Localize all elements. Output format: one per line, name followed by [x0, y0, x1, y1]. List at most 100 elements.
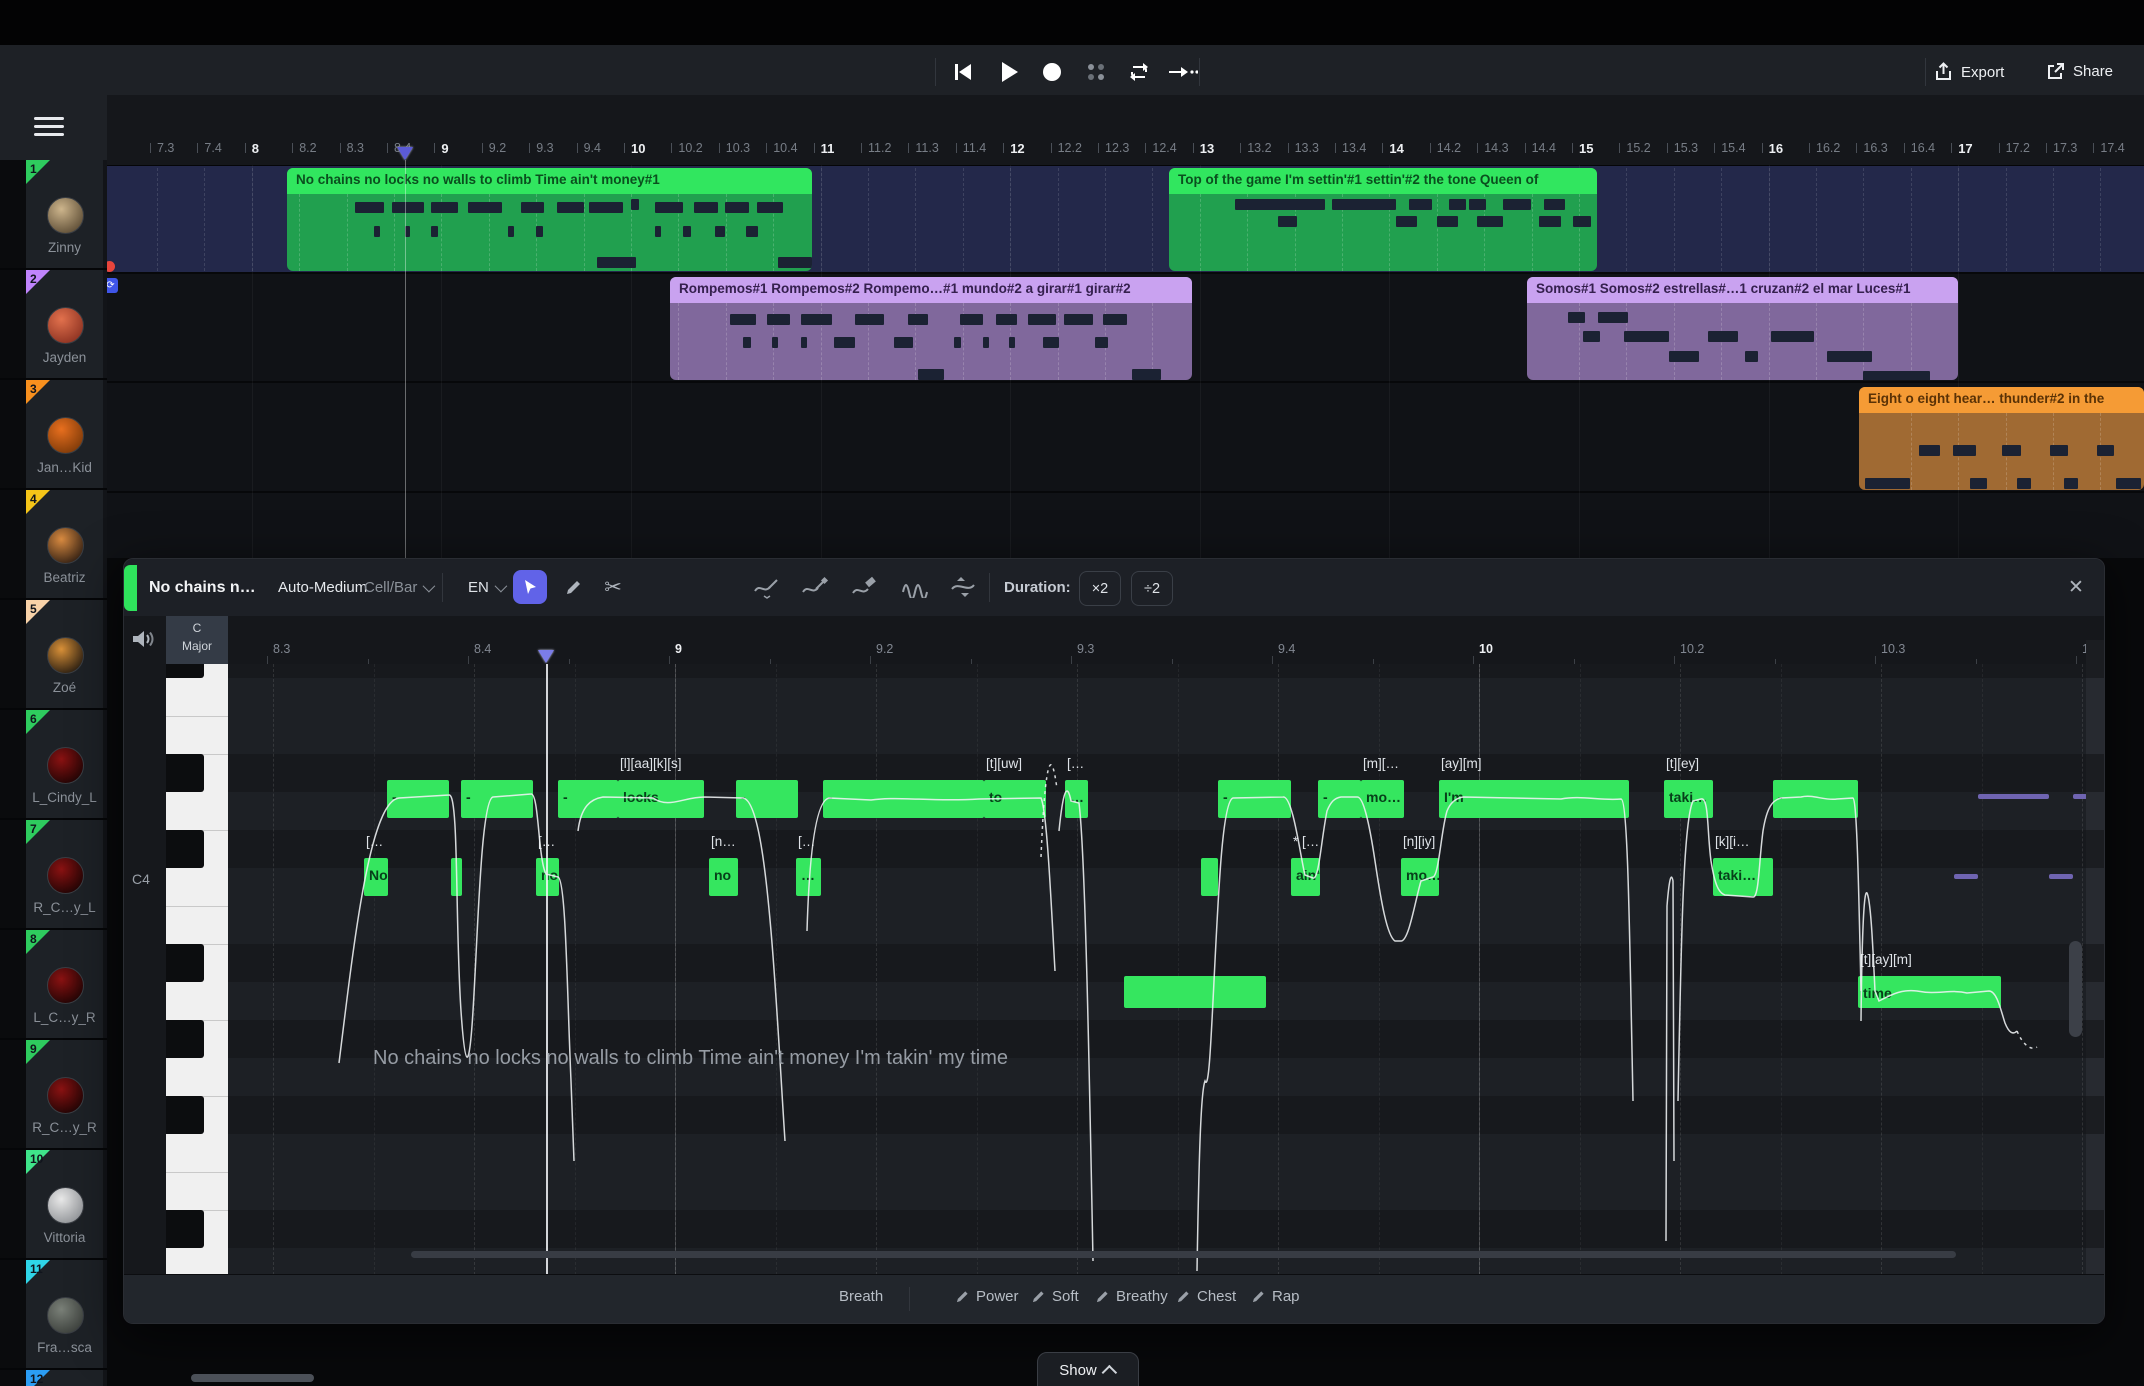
track-cell-body[interactable]: 4Beatriz — [26, 490, 103, 598]
loop-button[interactable] — [1126, 60, 1152, 84]
clip-header[interactable]: Top of the game I'm settin'#1 settin'#2 … — [1169, 168, 1597, 194]
avatar[interactable] — [47, 637, 84, 674]
black-key-G#[interactable] — [166, 1020, 204, 1058]
note-to[interactable]: to — [984, 780, 1046, 818]
track-item-Jan…Kid[interactable]: 3Jan…Kid — [0, 380, 107, 490]
note-no[interactable]: no — [536, 858, 559, 896]
note-…[interactable]: … — [796, 858, 821, 896]
record-button[interactable] — [1040, 61, 1064, 83]
note--[interactable]: - — [1218, 780, 1291, 818]
avatar[interactable] — [47, 307, 84, 344]
clip-1[interactable]: No chains no locks no walls to climb Tim… — [287, 168, 812, 271]
show-panel-button[interactable]: Show — [1037, 1352, 1139, 1386]
note-sustain[interactable] — [451, 858, 462, 896]
style-button-chest[interactable]: Chest — [1177, 1288, 1236, 1305]
track-item-Fra…sca[interactable]: 11Fra…sca — [0, 1260, 107, 1370]
clip-5[interactable]: Eight o eight hear… thunder#2 in the — [1859, 387, 2144, 490]
note--[interactable]: - — [736, 780, 798, 818]
black-key-D#[interactable] — [166, 754, 204, 792]
track-cell-body[interactable]: 2Jayden — [26, 270, 103, 378]
note--[interactable]: - — [387, 780, 449, 818]
piano-keys[interactable] — [166, 664, 228, 1275]
clip-2[interactable]: Top of the game I'm settin'#1 settin'#2 … — [1169, 168, 1597, 271]
menu-icon[interactable] — [34, 117, 64, 139]
language-select[interactable]: EN — [468, 559, 504, 616]
clip-header[interactable]: Rompemos#1 Rompemos#2 Rompemo…#1 mundo#2… — [670, 277, 1192, 303]
style-button-breathy[interactable]: Breathy — [1096, 1288, 1168, 1305]
note-mo…[interactable]: mo… — [1361, 780, 1404, 818]
speaker-icon[interactable] — [131, 628, 155, 655]
clip-4[interactable]: Somos#1 Somos#2 estrellas#…1 cruzan#2 el… — [1527, 277, 1958, 380]
track-item-Zinny[interactable]: 1Zinny — [0, 160, 107, 270]
black-key-D#[interactable] — [166, 1210, 204, 1248]
track-item-R_C…y_L[interactable]: 7R_C…y_L — [0, 820, 107, 930]
clip-header[interactable]: Somos#1 Somos#2 estrellas#…1 cruzan#2 el… — [1527, 277, 1958, 303]
note--[interactable]: - — [1318, 780, 1361, 818]
track-cell-body[interactable]: 5Zoé — [26, 600, 103, 708]
note-ain't[interactable]: ain't — [1291, 858, 1320, 896]
clip-3[interactable]: Rompemos#1 Rompemos#2 Rompemo…#1 mundo#2… — [670, 277, 1192, 380]
pointer-tool-button[interactable] — [513, 570, 547, 604]
skip-to-start-button[interactable] — [950, 61, 976, 83]
note-roll[interactable]: ---locks[l][aa][k][s]--to[t][uw]…[…--mo…… — [228, 664, 2086, 1275]
clip-header[interactable]: No chains no locks no walls to climb Tim… — [287, 168, 812, 194]
black-key-C#[interactable] — [166, 830, 204, 868]
avatar[interactable] — [47, 747, 84, 784]
metronome-dots-icon[interactable] — [1084, 61, 1108, 83]
note--[interactable]: - — [558, 780, 618, 818]
editor-ruler[interactable]: 8.38.499.29.39.41010.210.310.4 — [228, 616, 2104, 664]
vibrato-tool-button[interactable] — [898, 570, 932, 604]
track-cell-body[interactable]: 12 — [26, 1370, 103, 1386]
avatar[interactable] — [47, 1077, 84, 1114]
note-sustain[interactable] — [1201, 858, 1218, 896]
track-cell-body[interactable]: 1Zinny — [26, 160, 103, 268]
style-button-rap[interactable]: Rap — [1252, 1288, 1300, 1305]
note-locks[interactable]: locks — [618, 780, 704, 818]
track-cell-body[interactable]: 8L_C…y_R — [26, 930, 103, 1038]
clip-header[interactable]: Eight o eight hear… thunder#2 in the — [1859, 387, 2144, 413]
note--[interactable]: - — [1773, 780, 1858, 818]
track-cell-body[interactable]: 11Fra…sca — [26, 1260, 103, 1368]
black-key-A#[interactable] — [166, 944, 204, 982]
track-cell-body[interactable]: 10Vittoria — [26, 1150, 103, 1258]
note-taki…[interactable]: taki… — [1664, 780, 1713, 818]
track-item-Jayden[interactable]: 2Jayden — [0, 270, 107, 380]
breath-label[interactable]: Breath — [839, 1288, 883, 1305]
note-no[interactable]: no — [709, 858, 738, 896]
close-editor-button[interactable]: ✕ — [2068, 559, 2084, 616]
play-button[interactable] — [996, 60, 1022, 84]
avatar[interactable] — [47, 417, 84, 454]
track-cell-body[interactable]: 9R_C…y_R — [26, 1040, 103, 1148]
note--[interactable]: - — [461, 780, 533, 818]
track-lane-3[interactable] — [107, 383, 2144, 493]
track-item-L_C…y_R[interactable]: 8L_C…y_R — [0, 930, 107, 1040]
horizontal-scrollbar[interactable] — [411, 1251, 1956, 1258]
key-scale-box[interactable]: C Major — [166, 616, 228, 664]
avatar[interactable] — [47, 1297, 84, 1334]
track-item-R_C…y_R[interactable]: 9R_C…y_R — [0, 1040, 107, 1150]
playhead-marker[interactable] — [397, 147, 413, 160]
style-button-power[interactable]: Power — [956, 1288, 1019, 1305]
black-key-F#[interactable] — [166, 664, 204, 678]
track-item-12[interactable]: 12 — [0, 1370, 107, 1386]
note-time[interactable]: time — [1858, 976, 2001, 1008]
note-taki…[interactable]: taki… — [1713, 858, 1773, 896]
avatar[interactable] — [47, 527, 84, 564]
pitch-pen-tool-button[interactable] — [750, 570, 784, 604]
autoscroll-button[interactable] — [1168, 61, 1198, 83]
style-button-soft[interactable]: Soft — [1032, 1288, 1079, 1305]
scissors-tool-button[interactable]: ✂ — [596, 570, 630, 604]
pencil-tool-button[interactable] — [556, 570, 590, 604]
track-item-Vittoria[interactable]: 10Vittoria — [0, 1150, 107, 1260]
note-No[interactable]: No — [364, 858, 388, 896]
note-I'm[interactable]: I'm — [1439, 780, 1629, 818]
bottom-scrollbar-thumb[interactable] — [191, 1374, 314, 1382]
export-button[interactable]: Export — [1934, 62, 2004, 82]
avatar[interactable] — [47, 1187, 84, 1224]
avatar[interactable] — [47, 197, 84, 234]
track-cell-body[interactable]: 3Jan…Kid — [26, 380, 103, 488]
share-button[interactable]: Share — [2046, 62, 2113, 81]
pitch-eraser-tool-button[interactable] — [848, 570, 882, 604]
track-lane-4[interactable] — [107, 493, 2144, 558]
duration-x2-button[interactable]: ×2 — [1079, 571, 1121, 606]
